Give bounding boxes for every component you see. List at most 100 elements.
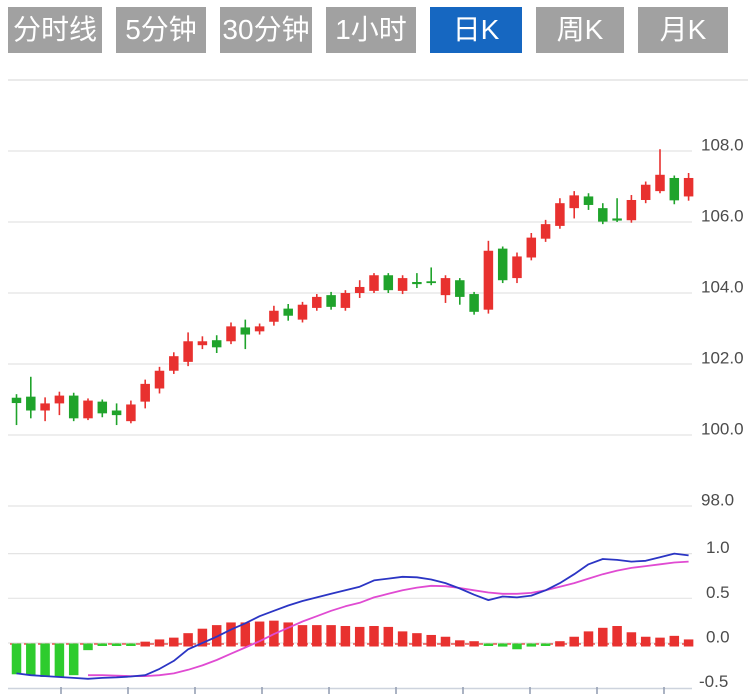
macd-hist-bar	[426, 635, 436, 647]
macd-hist-bar	[670, 636, 680, 647]
macd-hist-bar	[569, 637, 579, 647]
tab-1hour[interactable]: 1小时	[326, 7, 416, 53]
candle-body	[55, 396, 65, 404]
macd-hist-bar	[469, 641, 479, 646]
macd-hist-bar	[684, 639, 694, 646]
macd-hist-bar	[55, 644, 65, 677]
candle-body	[241, 327, 251, 334]
candle-body	[584, 196, 594, 205]
tab-monthly-k[interactable]: 月K	[638, 7, 728, 53]
candle-body	[140, 384, 150, 402]
macd-hist-bar	[226, 622, 236, 646]
macd-hist-bar	[355, 627, 365, 647]
macd-axis-label: 1.0	[706, 538, 730, 557]
candle-body	[341, 293, 351, 308]
macd-hist-bar	[369, 626, 379, 646]
price-axis-label: 98.0	[701, 491, 734, 510]
candle-body	[226, 326, 236, 341]
macd-hist-bar	[40, 644, 50, 677]
macd-hist-bar	[527, 644, 537, 647]
candle-body	[555, 203, 565, 226]
price-axis-label: 104.0	[701, 278, 744, 297]
candle-body	[69, 396, 79, 419]
candle-body	[384, 275, 394, 290]
candle-body	[112, 411, 122, 416]
candle-body	[26, 397, 36, 411]
tab-5min[interactable]: 5分钟	[116, 7, 206, 53]
macd-hist-bar	[398, 631, 408, 646]
candle-body	[212, 340, 222, 347]
candle-body	[326, 295, 336, 307]
tab-weekly-k[interactable]: 周K	[536, 7, 624, 53]
macd-hist-bar	[298, 625, 308, 646]
candle-body	[670, 178, 680, 200]
candle-body	[126, 404, 135, 421]
candle-body	[183, 341, 193, 362]
macd-hist-bar	[155, 639, 165, 646]
candle-body	[512, 256, 522, 278]
macd-hist-bar	[598, 628, 608, 647]
candle-body	[569, 195, 579, 208]
candle-body	[98, 402, 108, 414]
candle-body	[498, 249, 508, 281]
candle-body	[312, 297, 322, 308]
candle-body	[684, 178, 694, 196]
macd-hist-bar	[655, 638, 665, 647]
macd-axis-label: -0.5	[699, 672, 728, 691]
candle-body	[40, 403, 50, 410]
candle-body	[198, 341, 208, 345]
macd-hist-bar	[183, 633, 193, 646]
macd-hist-bar	[441, 637, 451, 647]
candle-body	[627, 200, 637, 220]
candle-body	[398, 278, 408, 291]
candle-body	[527, 238, 537, 258]
candle-body	[169, 356, 179, 371]
macd-hist-bar	[112, 644, 122, 647]
macd-hist-bar	[98, 644, 108, 647]
price-axis-label: 100.0	[701, 420, 744, 439]
tab-daily-k[interactable]: 日K	[430, 7, 522, 53]
candle-body	[298, 305, 308, 320]
price-axis-label: 108.0	[701, 136, 744, 155]
candle-body	[355, 287, 365, 293]
macd-hist-bar	[312, 625, 322, 646]
macd-axis-label: 0.0	[706, 628, 730, 647]
macd-hist-bar	[126, 644, 135, 647]
macd-hist-bar	[26, 644, 36, 676]
candle-body	[484, 251, 494, 310]
candle-body	[369, 275, 379, 291]
macd-hist-bar	[341, 626, 351, 646]
price-axis-label: 106.0	[701, 207, 744, 226]
macd-hist-bar	[140, 642, 150, 647]
candle-body	[469, 294, 479, 312]
macd-hist-bar	[555, 641, 565, 646]
candle-body	[441, 278, 451, 295]
candle-body	[412, 282, 422, 284]
candle-body	[598, 208, 608, 221]
candle-body	[83, 401, 93, 419]
macd-hist-bar	[83, 644, 93, 651]
timeframe-tabbar: 分时线 5分钟 30分钟 1小时 日K 周K 月K	[8, 7, 728, 53]
macd-hist-bar	[484, 644, 494, 647]
macd-hist-bar	[455, 640, 465, 646]
kline-chart[interactable]: 108.0 106.0 104.0 102.0 100.0 98.0 1.0 0.5 0.0 -0…	[0, 0, 755, 694]
macd-hist-bar	[541, 644, 551, 647]
macd-hist-bar	[412, 633, 422, 646]
macd-hist-bar	[612, 626, 622, 646]
candle-body	[612, 218, 622, 220]
macd-hist-bar	[512, 644, 522, 650]
candle-body	[12, 398, 22, 403]
candle-body	[641, 185, 651, 200]
dif-line	[17, 554, 689, 679]
macd-hist-bar	[326, 625, 336, 646]
macd-hist-bar	[384, 627, 394, 647]
macd-hist-bar	[69, 644, 79, 676]
macd-hist-bar	[12, 644, 22, 675]
price-axis-label: 102.0	[701, 349, 744, 368]
macd-hist-bar	[498, 644, 508, 647]
macd-axis-label: 0.5	[706, 583, 730, 602]
tab-minute-line[interactable]: 分时线	[8, 7, 102, 53]
candle-body	[269, 311, 279, 322]
candle-body	[541, 224, 551, 239]
tab-30min[interactable]: 30分钟	[220, 7, 312, 53]
